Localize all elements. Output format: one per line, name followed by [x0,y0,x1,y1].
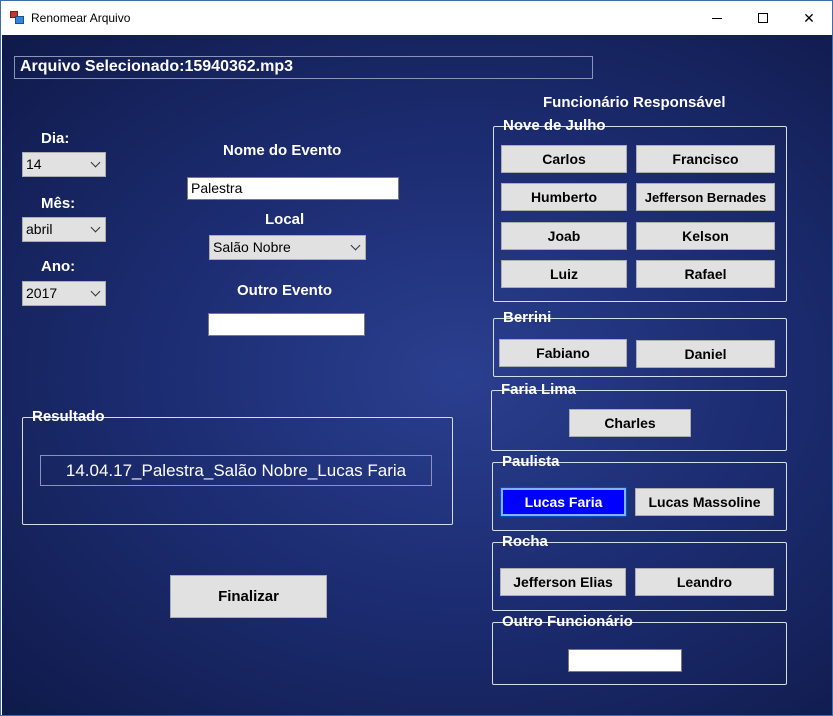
employee-button-jefferson-elias[interactable]: Jefferson Elias [500,568,626,596]
app-icon [10,11,24,24]
other-event-input[interactable] [208,313,365,336]
day-label: Dia: [41,130,70,147]
selected-file-box: Arquivo Selecionado:15940362.mp3 [14,56,593,79]
event-name-input[interactable]: Palestra [187,177,399,200]
finalize-button[interactable]: Finalizar [170,575,327,618]
location-value: Salão Nobre [213,239,291,255]
minimize-button[interactable] [694,1,740,35]
event-name-label: Nome do Evento [223,142,342,159]
result-group-title: Resultado [32,408,105,425]
group-title: Nove de Julho [503,117,606,134]
group-title: Rocha [502,533,548,550]
employee-button-jefferson-bernades[interactable]: Jefferson Bernades [636,183,775,211]
title-bar[interactable]: Renomear Arquivo ✕ [1,1,832,35]
chevron-down-icon [90,157,101,168]
group-title: Paulista [502,453,560,470]
employee-button-fabiano[interactable]: Fabiano [499,339,627,367]
responsible-title: Funcionário Responsável [543,94,726,111]
chevron-down-icon [90,286,101,297]
maximize-button[interactable] [740,1,786,35]
employee-button-kelson[interactable]: Kelson [636,222,775,250]
employee-button-lucas-massoline[interactable]: Lucas Massoline [635,488,774,516]
chevron-down-icon [90,222,101,233]
month-label: Mês: [41,195,76,212]
group-title: Berrini [503,309,552,326]
window-title: Renomear Arquivo [31,11,131,25]
other-employee-input[interactable] [568,649,682,672]
month-value: abril [26,221,53,237]
year-select[interactable]: 2017 [22,281,106,306]
selected-file-name: 15940362.mp3 [184,58,293,75]
day-select[interactable]: 14 [22,152,106,177]
location-select[interactable]: Salão Nobre [209,235,366,260]
rename-file-window: Renomear Arquivo ✕ Arquivo Selecionado:1… [0,0,833,716]
close-button[interactable]: ✕ [786,1,832,35]
other-event-label: Outro Evento [237,282,333,299]
employee-button-joab[interactable]: Joab [501,222,627,250]
location-label: Local [265,211,305,228]
employee-button-rafael[interactable]: Rafael [636,260,775,288]
group-title: Outro Funcionário [502,613,633,630]
employee-button-luiz[interactable]: Luiz [501,260,627,288]
minimize-icon [712,17,722,19]
form-client-area: Arquivo Selecionado:15940362.mp3 Dia: 14… [2,35,832,715]
selected-file-label: Arquivo Selecionado: [20,58,185,75]
year-label: Ano: [41,258,76,275]
year-value: 2017 [26,285,58,301]
result-filename: 14.04.17_Palestra_Salão Nobre_Lucas Fari… [40,455,432,486]
employee-button-charles[interactable]: Charles [569,409,691,437]
group-title: Faria Lima [501,381,577,398]
month-select[interactable]: abril [22,217,106,242]
employee-button-humberto[interactable]: Humberto [501,183,627,211]
employee-button-daniel[interactable]: Daniel [636,340,775,368]
close-icon: ✕ [803,9,815,26]
maximize-icon [758,13,768,23]
employee-button-lucas-faria[interactable]: Lucas Faria [500,487,627,517]
chevron-down-icon [350,240,361,251]
employee-button-francisco[interactable]: Francisco [636,145,775,173]
employee-button-leandro[interactable]: Leandro [635,568,774,596]
employee-button-carlos[interactable]: Carlos [501,145,627,173]
day-value: 14 [26,156,42,172]
